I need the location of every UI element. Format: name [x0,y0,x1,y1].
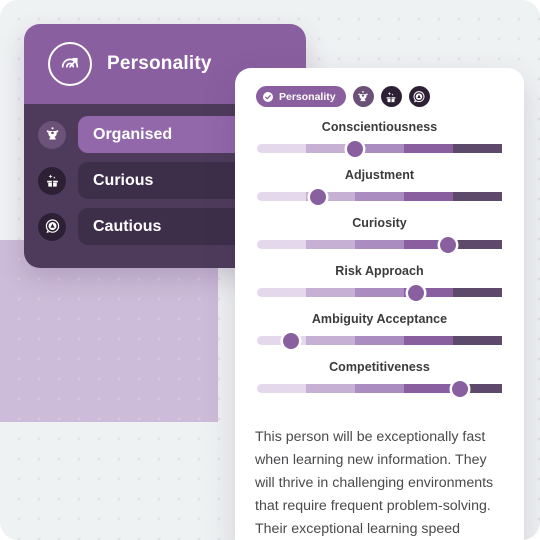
track-segment [404,192,453,201]
track-segment [306,384,355,393]
slider-label: Ambiguity Acceptance [311,312,448,326]
gift-box-sparkle-icon [38,166,66,195]
personality-detail-card: Personality Conscientiousness Adjustment… [235,68,524,540]
slider-handle[interactable] [310,188,327,205]
track-segment [306,288,355,297]
check-circle-icon [262,91,274,103]
slider-track[interactable] [257,332,502,349]
trait-slider-list: Conscientiousness Adjustment Curiosity R… [235,107,524,397]
slider-track[interactable] [257,284,502,301]
track-segment [306,336,355,345]
trophy-icon [38,120,66,149]
slider-handle[interactable] [347,140,363,157]
slider-adjustment: Adjustment [235,168,524,205]
status-badge-label: Personality [279,90,336,103]
slider-label: Conscientiousness [321,120,438,134]
track-segment [257,384,306,393]
track-segment [453,144,502,153]
slider-curiosity: Curiosity [235,216,524,253]
slider-label: Curiosity [352,216,407,230]
track-segment [355,384,404,393]
track-segment [355,288,404,297]
slider-track[interactable] [257,188,502,205]
track-segment [257,144,306,153]
trophy-icon[interactable] [352,86,374,107]
track-segment [257,240,306,249]
slider-label: Risk Approach [335,264,424,278]
growth-chart-icon [48,42,92,86]
slider-handle[interactable] [283,332,300,349]
slider-risk-approach: Risk Approach [235,264,524,301]
track-segment [355,336,404,345]
track-segment [453,288,502,297]
sidebar-item-label: Cautious [93,217,162,235]
track-segment [453,192,502,201]
track-segment [404,144,453,153]
slider-competitiveness: Competitiveness [235,360,524,397]
track-segment [355,240,404,249]
slider-track[interactable] [257,380,502,397]
personality-description: This person will be exceptionally fast w… [255,429,494,537]
track-segment [306,240,355,249]
slider-handle[interactable] [408,284,425,301]
track-segment [257,192,306,201]
track-segment [453,240,502,249]
status-badge-personality[interactable]: Personality [256,86,346,107]
slider-handle[interactable] [440,236,457,253]
track-segment [453,336,502,345]
sidebar-item-label: Curious [93,171,154,189]
slider-ambiguity-acceptance: Ambiguity Acceptance [235,312,524,349]
track-segment [355,192,404,201]
gift-box-sparkle-icon[interactable] [380,86,402,107]
track-segment [257,288,306,297]
page-title: Personality [107,53,212,74]
track-segment [404,336,453,345]
screenshot-stage: Personality Organised Curious Cautious P… [0,0,540,540]
slider-track[interactable] [257,236,502,253]
sidebar-item-label: Organised [93,125,173,143]
slider-handle[interactable] [452,380,469,397]
track-segment [404,384,453,393]
slider-conscientiousness: Conscientiousness [235,120,524,157]
slider-label: Adjustment [344,168,415,182]
alert-circle-icon [38,212,66,241]
slider-label: Competitiveness [329,360,430,374]
slider-track[interactable] [257,140,502,157]
alert-circle-icon[interactable] [408,86,430,107]
badge-row: Personality [235,68,524,107]
